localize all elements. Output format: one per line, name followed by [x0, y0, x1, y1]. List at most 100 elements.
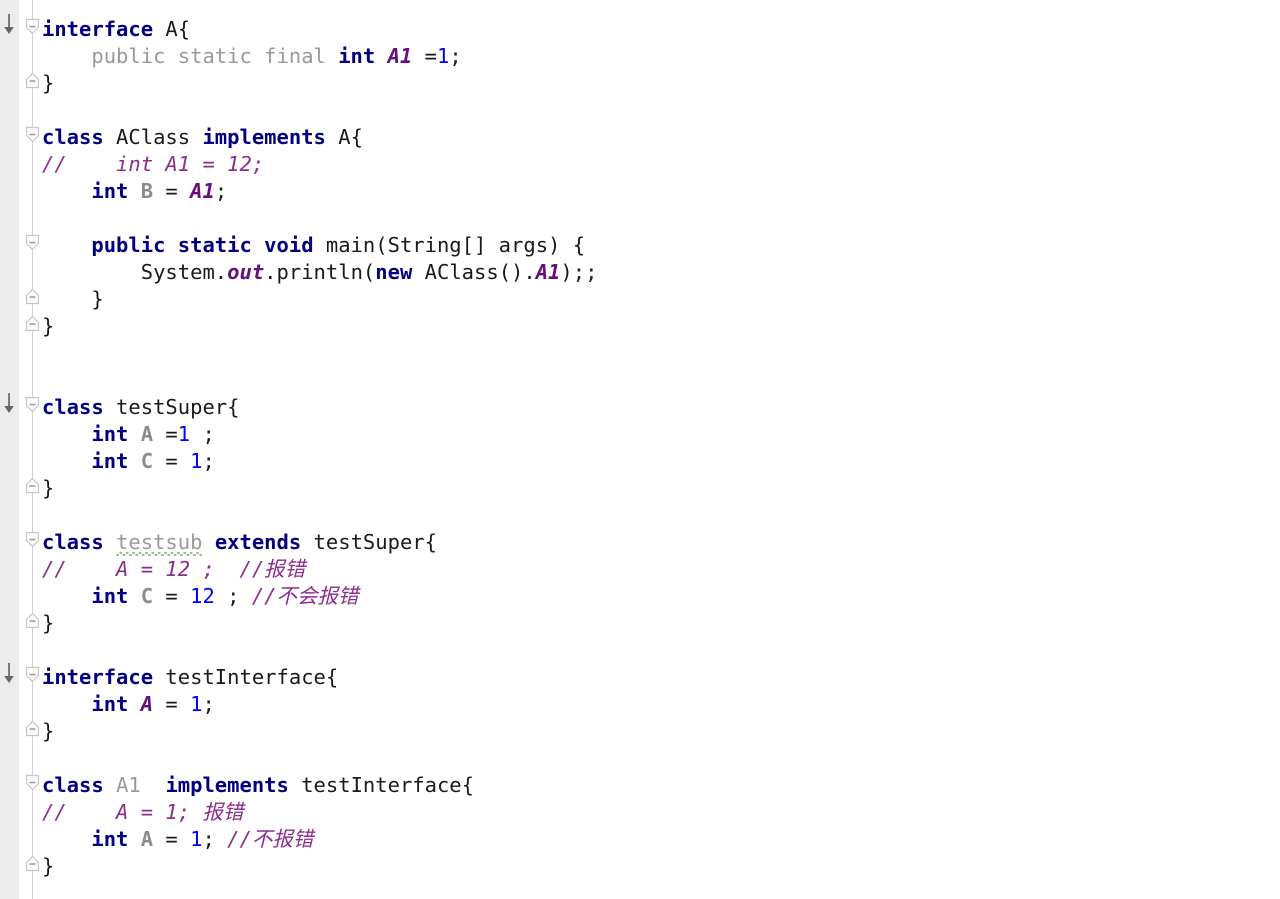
code-line[interactable]: } [42, 313, 54, 340]
code-token-kw: interface [42, 665, 154, 689]
code-line[interactable]: } [42, 286, 104, 313]
code-token-cmt: // A = 12 ; //报错 [42, 557, 306, 581]
code-token-kw: int [91, 422, 129, 446]
code-token-kw: int [91, 584, 129, 608]
code-token-kw: extends [214, 530, 302, 554]
code-token-plain: ; [449, 44, 462, 68]
code-token-num: 1 [436, 44, 450, 68]
code-editor[interactable]: interface A{ public static final int A1 … [0, 0, 1280, 899]
code-line[interactable]: int C = 12 ; //不会报错 [42, 583, 359, 610]
code-line[interactable]: class AClass implements A{ [42, 124, 363, 151]
code-line[interactable]: System.out.println(new AClass().A1);; [42, 259, 598, 286]
code-token-kw: new [375, 260, 413, 284]
code-token-kw: int [91, 827, 129, 851]
code-line[interactable]: class A1 implements testInterface{ [42, 772, 474, 799]
code-token-plain: );; [560, 260, 598, 284]
code-token-plain: } [42, 314, 55, 338]
code-token-plain: ; [190, 422, 215, 446]
code-token-plain: } [42, 287, 104, 311]
code-token-plain: System. [42, 260, 228, 284]
code-token-plain: testInterface{ [153, 665, 339, 689]
code-token-plain: } [42, 719, 55, 743]
code-token-grayb: A [140, 422, 154, 446]
code-line[interactable]: interface A{ [42, 16, 190, 43]
code-token-num: 1 [190, 449, 203, 473]
code-token-fld: A1 [387, 44, 413, 68]
code-line[interactable]: } [42, 718, 54, 745]
code-line[interactable]: int B = A1; [42, 178, 227, 205]
code-token-plain: = [153, 692, 191, 716]
code-line[interactable]: class testsub extends testSuper{ [42, 529, 437, 556]
code-token-cmt: //不报错 [227, 827, 314, 851]
code-line[interactable]: } [42, 853, 54, 880]
code-token-num: 1 [190, 692, 203, 716]
code-line[interactable]: // int A1 = 12; [42, 151, 264, 178]
code-line[interactable]: // A = 12 ; //报错 [42, 556, 305, 583]
code-token-plain: ; [202, 692, 215, 716]
code-line[interactable]: } [42, 610, 54, 637]
code-token-kw: class [42, 530, 104, 554]
code-token-plain: .println( [264, 260, 376, 284]
code-token-gray: A1 [116, 773, 141, 797]
code-token-plain: ; [202, 449, 215, 473]
code-token-fld: A1 [190, 179, 215, 203]
code-token-plain: = [153, 422, 178, 446]
code-line[interactable]: public static void main(String[] args) { [42, 232, 585, 259]
code-token-kw: public static void [91, 233, 314, 257]
code-line[interactable]: int A =1 ; [42, 421, 215, 448]
code-line[interactable]: } [42, 475, 54, 502]
code-token-plain: testSuper{ [103, 395, 240, 419]
code-token-fld: out [227, 260, 265, 284]
code-line[interactable]: interface testInterface{ [42, 664, 338, 691]
code-token-plain: main(String[] args) { [313, 233, 586, 257]
code-token-fld: A1 [535, 260, 561, 284]
code-line[interactable]: public static final int A1 =1; [42, 43, 462, 70]
code-token-plain: } [42, 476, 55, 500]
code-line[interactable]: // A = 1; 报错 [42, 799, 243, 826]
code-token-plain: AClass(). [412, 260, 536, 284]
code-token-grayb: B [140, 179, 154, 203]
code-token-plain: ; [202, 827, 228, 851]
code-token-num: 12 [190, 584, 215, 608]
code-token-kw: int [91, 449, 129, 473]
code-token-gray: public static final [91, 44, 326, 68]
code-token-cmt: // int A1 = 12; [42, 152, 265, 176]
code-token-plain: A{ [153, 17, 191, 41]
code-line[interactable]: int A = 1; //不报错 [42, 826, 313, 853]
code-line[interactable]: int C = 1; [42, 448, 215, 475]
code-token-kw: implements [202, 125, 326, 149]
code-token-kw: int [91, 692, 129, 716]
code-token-plain: testSuper{ [301, 530, 437, 554]
code-token-kw: int [91, 179, 129, 203]
code-token-cmt: //不会报错 [251, 584, 359, 608]
code-token-plain: testInterface{ [288, 773, 474, 797]
code-token-plain: A{ [325, 125, 363, 149]
code-token-kw: int [338, 44, 376, 68]
code-token-plain: AClass [103, 125, 203, 149]
code-token-num: 1 [177, 422, 191, 446]
code-token-plain: = [153, 827, 191, 851]
code-line[interactable]: } [42, 70, 54, 97]
code-token-num: 1 [190, 827, 203, 851]
code-line[interactable]: class testSuper{ [42, 394, 239, 421]
code-line[interactable]: int A = 1; [42, 691, 215, 718]
code-token-cmt: // A = 1; 报错 [42, 800, 244, 824]
code-text-layer[interactable]: interface A{ public static final int A1 … [0, 0, 1280, 899]
code-token-kw: interface [42, 17, 154, 41]
